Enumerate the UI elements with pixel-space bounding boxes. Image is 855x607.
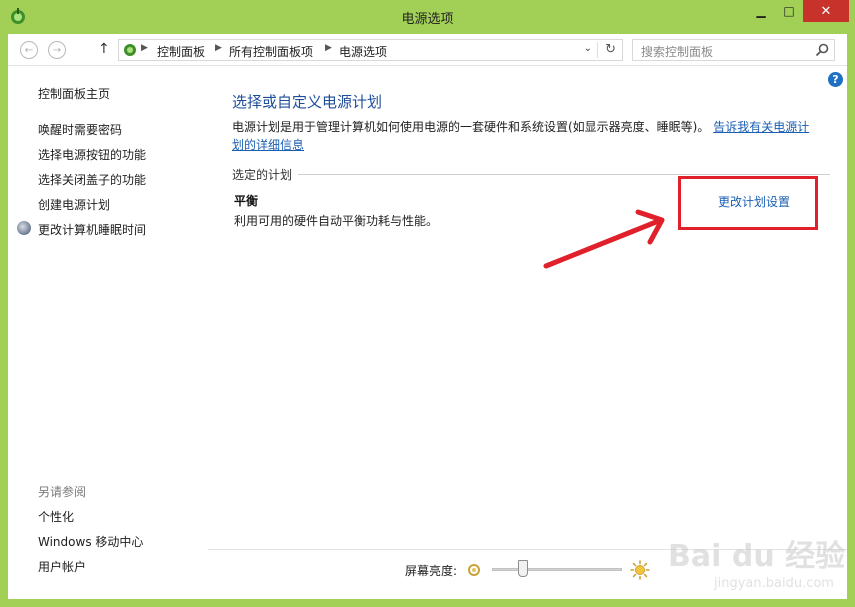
plan-description: 利用可用的硬件自动平衡功耗与性能。 bbox=[234, 214, 439, 228]
forward-button[interactable]: → bbox=[48, 41, 66, 59]
bright-brightness-icon bbox=[630, 560, 650, 580]
help-icon[interactable]: ? bbox=[828, 72, 843, 87]
breadcrumb-all-items[interactable]: 所有控制面板项 bbox=[229, 43, 313, 60]
see-also-personalization[interactable]: 个性化 bbox=[38, 508, 74, 525]
refresh-icon[interactable]: ↻ bbox=[605, 42, 616, 57]
search-input[interactable]: 搜索控制面板 bbox=[641, 43, 713, 60]
power-options-window: 电源选项 ▁ □ ✕ ← → ↑ ▶ 控制面板 ▶ 所有控制面板项 ▶ 电源选项… bbox=[0, 0, 855, 607]
see-also-heading: 另请参阅 bbox=[38, 485, 87, 499]
maximize-button[interactable]: □ bbox=[775, 0, 803, 22]
address-dropdown-icon[interactable]: ⌄ bbox=[584, 43, 592, 54]
title-bar[interactable]: 电源选项 ▁ □ ✕ bbox=[0, 0, 855, 34]
sidebar-item-home[interactable]: 控制面板主页 bbox=[38, 85, 110, 102]
search-box[interactable]: 搜索控制面板 bbox=[632, 39, 835, 61]
watermark-url: jingyan.baidu.com bbox=[714, 576, 834, 591]
breadcrumb-separator-icon[interactable]: ▶ bbox=[215, 43, 222, 53]
selected-plan-heading: 选定的计划 bbox=[232, 168, 293, 182]
back-button[interactable]: ← bbox=[20, 41, 38, 59]
description-text: 电源计划是用于管理计算机如何使用电源的一套硬件和系统设置(如显示器亮度、睡眠等)… bbox=[232, 120, 710, 134]
address-divider bbox=[597, 42, 598, 58]
see-also-mobility-center[interactable]: Windows 移动中心 bbox=[38, 533, 143, 550]
address-bar[interactable]: ▶ 控制面板 ▶ 所有控制面板项 ▶ 电源选项 ⌄ ↻ bbox=[118, 39, 623, 61]
brightness-slider-thumb[interactable] bbox=[518, 560, 528, 577]
sidebar-item-power-button[interactable]: 选择电源按钮的功能 bbox=[38, 146, 146, 163]
brightness-label: 屏幕亮度: bbox=[405, 564, 458, 578]
watermark: Bai du 经验 bbox=[668, 539, 846, 574]
brightness-slider-track[interactable] bbox=[492, 568, 622, 571]
close-button[interactable]: ✕ bbox=[803, 0, 849, 22]
window-controls: ▁ □ ✕ bbox=[747, 0, 849, 22]
breadcrumb-control-panel[interactable]: 控制面板 bbox=[157, 43, 205, 60]
page-description: 电源计划是用于管理计算机如何使用电源的一套硬件和系统设置(如显示器亮度、睡眠等)… bbox=[232, 118, 812, 154]
dim-brightness-icon bbox=[468, 564, 480, 576]
plan-name: 平衡 bbox=[234, 194, 259, 208]
breadcrumb-power-options[interactable]: 电源选项 bbox=[339, 43, 387, 60]
annotation-arrow-icon bbox=[543, 209, 665, 269]
breadcrumb-separator-icon[interactable]: ▶ bbox=[325, 43, 332, 53]
see-also-user-accounts[interactable]: 用户帐户 bbox=[38, 558, 86, 575]
content-pane: ? 控制面板主页 唤醒时需要密码 选择电源按钮的功能 选择关闭盖子的功能 创建电… bbox=[8, 66, 847, 599]
window-title: 电源选项 bbox=[401, 12, 454, 27]
sidebar-item-lid-close[interactable]: 选择关闭盖子的功能 bbox=[38, 171, 146, 188]
annotation-highlight-box bbox=[678, 176, 818, 230]
control-panel-icon bbox=[124, 44, 136, 56]
breadcrumb-separator-icon[interactable]: ▶ bbox=[141, 43, 148, 53]
search-icon[interactable] bbox=[814, 42, 830, 58]
sleep-moon-icon bbox=[17, 221, 31, 235]
sidebar-item-create-plan[interactable]: 创建电源计划 bbox=[38, 196, 110, 213]
group-divider bbox=[298, 174, 830, 175]
up-button[interactable]: ↑ bbox=[98, 41, 110, 57]
sidebar-item-wakeup-password[interactable]: 唤醒时需要密码 bbox=[38, 121, 122, 138]
sidebar-item-sleep-time[interactable]: 更改计算机睡眠时间 bbox=[38, 221, 146, 238]
minimize-button[interactable]: ▁ bbox=[747, 0, 775, 22]
page-title: 选择或自定义电源计划 bbox=[232, 93, 383, 111]
navigation-bar: ← → ↑ ▶ 控制面板 ▶ 所有控制面板项 ▶ 电源选项 ⌄ ↻ 搜索控制面板 bbox=[8, 34, 847, 66]
